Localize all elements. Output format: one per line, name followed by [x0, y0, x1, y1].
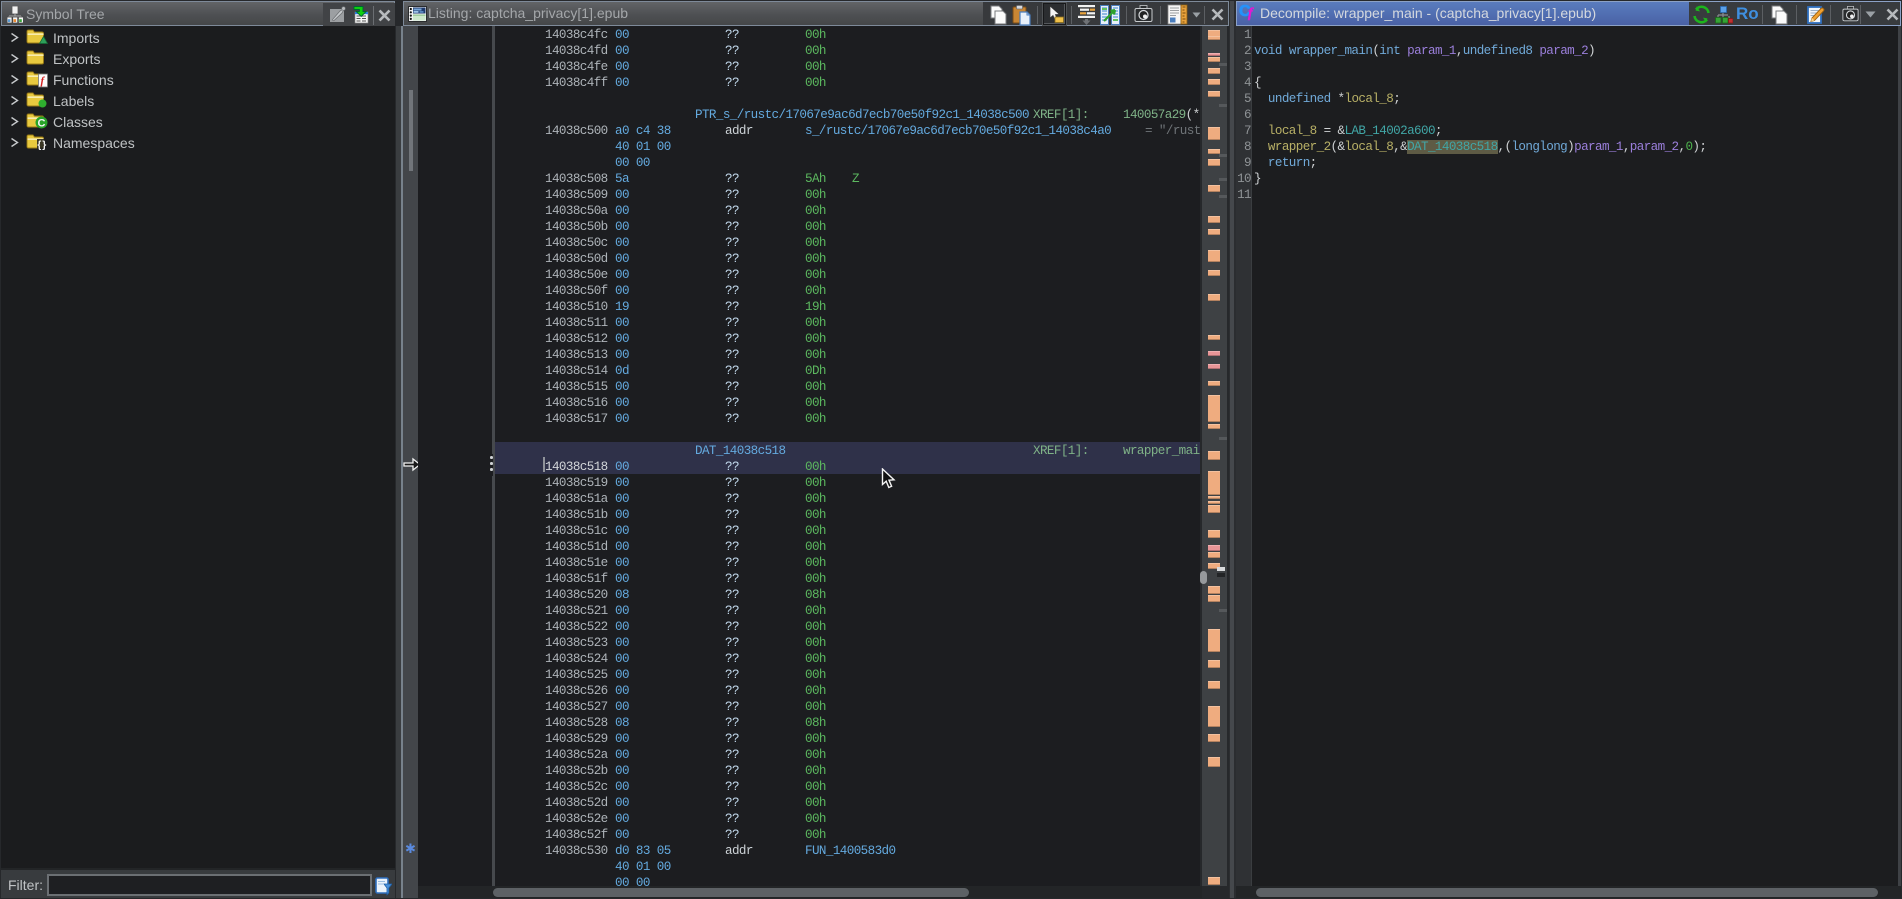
- svg-text:{: {: [37, 139, 41, 151]
- svg-text:C: C: [38, 118, 46, 130]
- svg-text:}: }: [42, 139, 46, 151]
